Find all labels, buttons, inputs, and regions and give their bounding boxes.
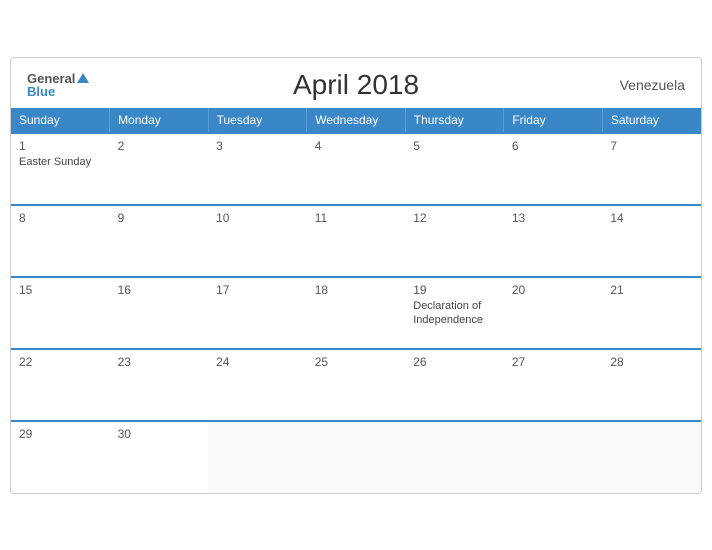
day-cell: 7 (602, 133, 701, 205)
day-cell: 15 (11, 277, 110, 349)
weekday-header-row: Sunday Monday Tuesday Wednesday Thursday… (11, 108, 701, 133)
day-cell: 20 (504, 277, 603, 349)
day-cell: 28 (602, 349, 701, 421)
day-cell: 24 (208, 349, 307, 421)
day-number: 28 (610, 355, 693, 369)
day-number: 18 (315, 283, 398, 297)
day-cell (602, 421, 701, 493)
day-number: 5 (413, 139, 496, 153)
logo-general-text: General (27, 72, 75, 85)
calendar-table: Sunday Monday Tuesday Wednesday Thursday… (11, 108, 701, 493)
day-cell: 23 (110, 349, 209, 421)
day-number: 16 (118, 283, 201, 297)
calendar-header: General Blue April 2018 Venezuela (11, 58, 701, 108)
day-cell: 17 (208, 277, 307, 349)
week-row-0: 1 Easter Sunday 2 3 4 5 6 7 (11, 133, 701, 205)
day-number: 6 (512, 139, 595, 153)
day-number: 17 (216, 283, 299, 297)
day-number: 23 (118, 355, 201, 369)
day-cell: 13 (504, 205, 603, 277)
day-number: 7 (610, 139, 693, 153)
day-cell: 22 (11, 349, 110, 421)
day-number: 29 (19, 427, 102, 441)
holiday-label: Easter Sunday (19, 155, 102, 169)
day-cell: 26 (405, 349, 504, 421)
day-cell: 3 (208, 133, 307, 205)
week-row-4: 29 30 (11, 421, 701, 493)
day-number: 1 (19, 139, 102, 153)
header-tuesday: Tuesday (208, 108, 307, 133)
day-cell: 5 (405, 133, 504, 205)
header-friday: Friday (504, 108, 603, 133)
country-label: Venezuela (620, 77, 685, 93)
day-cell: 29 (11, 421, 110, 493)
day-cell: 30 (110, 421, 209, 493)
day-cell: 21 (602, 277, 701, 349)
header-saturday: Saturday (602, 108, 701, 133)
logo: General Blue (27, 72, 89, 98)
day-cell: 6 (504, 133, 603, 205)
day-cell: 18 (307, 277, 406, 349)
day-number: 26 (413, 355, 496, 369)
day-number: 25 (315, 355, 398, 369)
day-number: 27 (512, 355, 595, 369)
logo-triangle-icon (77, 73, 89, 83)
day-number: 30 (118, 427, 201, 441)
day-cell (504, 421, 603, 493)
day-cell: 8 (11, 205, 110, 277)
header-sunday: Sunday (11, 108, 110, 133)
day-number: 20 (512, 283, 595, 297)
day-cell: 14 (602, 205, 701, 277)
day-number: 21 (610, 283, 693, 297)
holiday-label: Declaration of Independence (413, 299, 496, 328)
day-cell (208, 421, 307, 493)
day-number: 8 (19, 211, 102, 225)
day-number: 13 (512, 211, 595, 225)
day-cell: 4 (307, 133, 406, 205)
logo-blue-text: Blue (27, 85, 55, 98)
day-cell (405, 421, 504, 493)
day-number: 11 (315, 211, 398, 225)
week-row-3: 22 23 24 25 26 27 28 (11, 349, 701, 421)
day-number: 2 (118, 139, 201, 153)
day-cell: 12 (405, 205, 504, 277)
day-cell: 11 (307, 205, 406, 277)
day-number: 9 (118, 211, 201, 225)
week-row-2: 15 16 17 18 19 Declaration of Independence 20 2… (11, 277, 701, 349)
day-cell: 25 (307, 349, 406, 421)
day-number: 10 (216, 211, 299, 225)
month-title: April 2018 (293, 69, 419, 101)
day-number: 19 (413, 283, 496, 297)
day-number: 3 (216, 139, 299, 153)
header-thursday: Thursday (405, 108, 504, 133)
day-cell: 19 Declaration of Independence (405, 277, 504, 349)
day-number: 14 (610, 211, 693, 225)
calendar: General Blue April 2018 Venezuela Sunday… (10, 57, 702, 494)
day-number: 22 (19, 355, 102, 369)
day-cell: 2 (110, 133, 209, 205)
day-cell (307, 421, 406, 493)
week-row-1: 8 9 10 11 12 13 14 (11, 205, 701, 277)
header-wednesday: Wednesday (307, 108, 406, 133)
header-monday: Monday (110, 108, 209, 133)
day-cell: 9 (110, 205, 209, 277)
day-cell: 1 Easter Sunday (11, 133, 110, 205)
day-number: 24 (216, 355, 299, 369)
day-cell: 10 (208, 205, 307, 277)
day-cell: 16 (110, 277, 209, 349)
day-number: 4 (315, 139, 398, 153)
day-number: 15 (19, 283, 102, 297)
day-cell: 27 (504, 349, 603, 421)
day-number: 12 (413, 211, 496, 225)
